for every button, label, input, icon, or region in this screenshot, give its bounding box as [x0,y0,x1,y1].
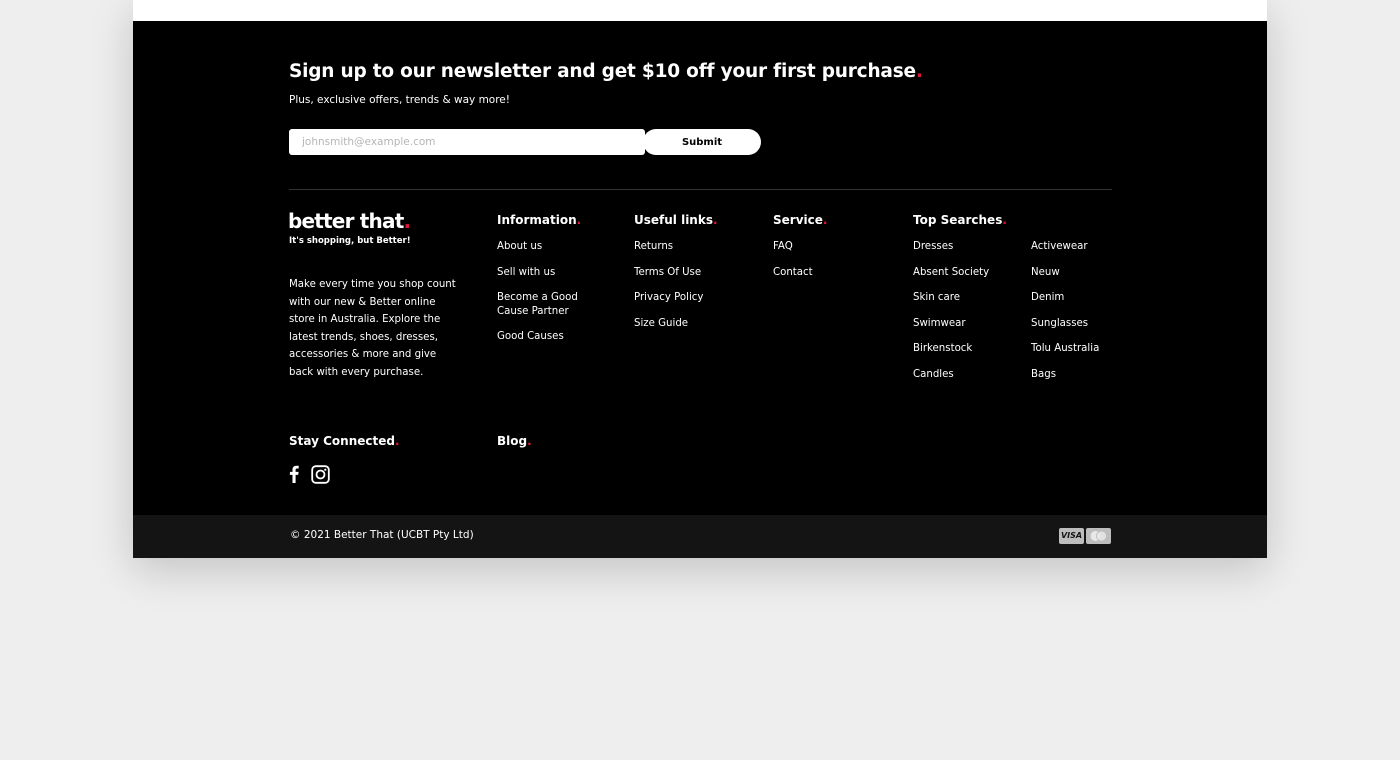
useful-links-heading: Useful links. [634,213,718,227]
information-links: About us Sell with us Become a Good Caus… [497,240,617,344]
search-link-swimwear[interactable]: Swimwear [913,317,1007,331]
accent-dot: . [915,61,923,82]
search-link-bags[interactable]: Bags [1031,368,1099,382]
service-column: Service. FAQ Contact [773,213,827,291]
search-link-skin-care[interactable]: Skin care [913,291,1007,305]
link-contact[interactable]: Contact [773,266,827,280]
link-about-us[interactable]: About us [497,240,617,254]
service-heading: Service. [773,213,828,227]
information-column: Information. About us Sell with us Becom… [497,213,617,356]
mastercard-icon [1086,528,1111,544]
footer-bottom-bar: © 2021 Better That (UCBT Pty Ltd) VISA [133,515,1267,558]
search-link-tolu-australia[interactable]: Tolu Australia [1031,342,1099,356]
top-searches-column-2: Activewear Neuw Denim Sunglasses Tolu Au… [1031,213,1099,393]
email-input[interactable] [289,129,645,155]
search-link-candles[interactable]: Candles [913,368,1007,382]
page-frame: Sign up to our newsletter and get $10 of… [133,0,1267,558]
search-link-sunglasses[interactable]: Sunglasses [1031,317,1099,331]
facebook-icon[interactable] [289,465,299,487]
information-heading: Information. [497,213,582,227]
content-area-top [133,0,1267,21]
footer-divider [289,189,1112,190]
visa-text: VISA [1060,531,1083,540]
instagram-icon[interactable] [311,465,330,488]
logo-dot: . [403,209,411,233]
useful-links-column: Useful links. Returns Terms Of Use Priva… [634,213,718,342]
top-searches-list-1: Dresses Absent Society Skin care Swimwea… [913,240,1007,382]
blog-heading[interactable]: Blog. [497,434,532,448]
visa-icon: VISA [1059,528,1084,544]
brand-tagline: It's shopping, but Better! [289,236,411,246]
link-good-cause-partner[interactable]: Become a Good Cause Partner [497,291,607,319]
brand-description: Make every time you shop count with our … [289,279,456,378]
link-returns[interactable]: Returns [634,240,718,254]
top-searches-heading: Top Searches. [913,213,1007,227]
newsletter-subtext: Plus, exclusive offers, trends & way mor… [289,94,510,106]
top-searches-list-2: Activewear Neuw Denim Sunglasses Tolu Au… [1031,240,1099,382]
link-size-guide[interactable]: Size Guide [634,317,718,331]
search-link-absent-society[interactable]: Absent Society [913,266,1007,280]
submit-button[interactable]: Submit [643,129,761,155]
link-good-causes[interactable]: Good Causes [497,330,617,344]
link-sell-with-us[interactable]: Sell with us [497,266,617,280]
brand-logo[interactable]: better that. [288,209,411,233]
link-terms-of-use[interactable]: Terms Of Use [634,266,718,280]
site-footer: Sign up to our newsletter and get $10 of… [133,21,1267,515]
search-link-denim[interactable]: Denim [1031,291,1099,305]
useful-links-list: Returns Terms Of Use Privacy Policy Size… [634,240,718,331]
search-link-activewear[interactable]: Activewear [1031,240,1099,254]
link-privacy-policy[interactable]: Privacy Policy [634,291,718,305]
link-faq[interactable]: FAQ [773,240,827,254]
top-searches-column: Top Searches. Dresses Absent Society Ski… [913,213,1007,393]
search-link-birkenstock[interactable]: Birkenstock [913,342,1007,356]
newsletter-heading: Sign up to our newsletter and get $10 of… [289,61,923,82]
copyright-text: © 2021 Better That (UCBT Pty Ltd) [290,529,474,541]
search-link-dresses[interactable]: Dresses [913,240,1007,254]
stay-connected-heading: Stay Connected. [289,434,400,448]
service-links: FAQ Contact [773,240,827,280]
search-link-neuw[interactable]: Neuw [1031,266,1099,280]
